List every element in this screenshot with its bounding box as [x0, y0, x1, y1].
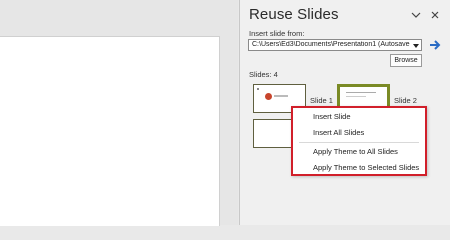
thumbnail-text-line	[346, 92, 376, 93]
slide-label-2: Slide 2	[394, 96, 417, 105]
dropdown-arrow-icon[interactable]	[412, 42, 420, 49]
slide-canvas[interactable]	[0, 36, 220, 226]
thumbnail-mark	[257, 88, 259, 90]
thumbnail-text-line	[274, 95, 288, 97]
path-value[interactable]: C:\Users\Ed3\Documents\Presentation1 (Au…	[252, 41, 410, 48]
browse-button[interactable]: Browse	[390, 54, 422, 67]
insert-from-label: Insert slide from:	[249, 29, 305, 38]
pane-title: Reuse Slides	[249, 6, 339, 23]
menu-item-insert-slide[interactable]: Insert Slide	[313, 112, 351, 121]
arrow-right-icon[interactable]	[428, 38, 442, 52]
slide-editor-area	[0, 0, 238, 226]
chevron-down-icon[interactable]	[411, 10, 421, 20]
path-combobox[interactable]: C:\Users\Ed3\Documents\Presentation1 (Au…	[248, 39, 422, 51]
menu-item-apply-theme-all[interactable]: Apply Theme to All Slides	[313, 147, 398, 156]
slide-label-1: Slide 1	[310, 96, 333, 105]
menu-item-insert-all-slides[interactable]: Insert All Slides	[313, 128, 364, 137]
thumbnail-text-line	[346, 96, 366, 97]
context-menu: Insert Slide Insert All Slides Apply The…	[291, 106, 427, 176]
close-icon[interactable]	[430, 10, 440, 20]
menu-item-apply-theme-selected[interactable]: Apply Theme to Selected Slides	[313, 163, 419, 172]
menu-separator	[299, 142, 419, 143]
thumbnail-logo	[265, 93, 272, 100]
slides-count: Slides: 4	[249, 70, 278, 79]
